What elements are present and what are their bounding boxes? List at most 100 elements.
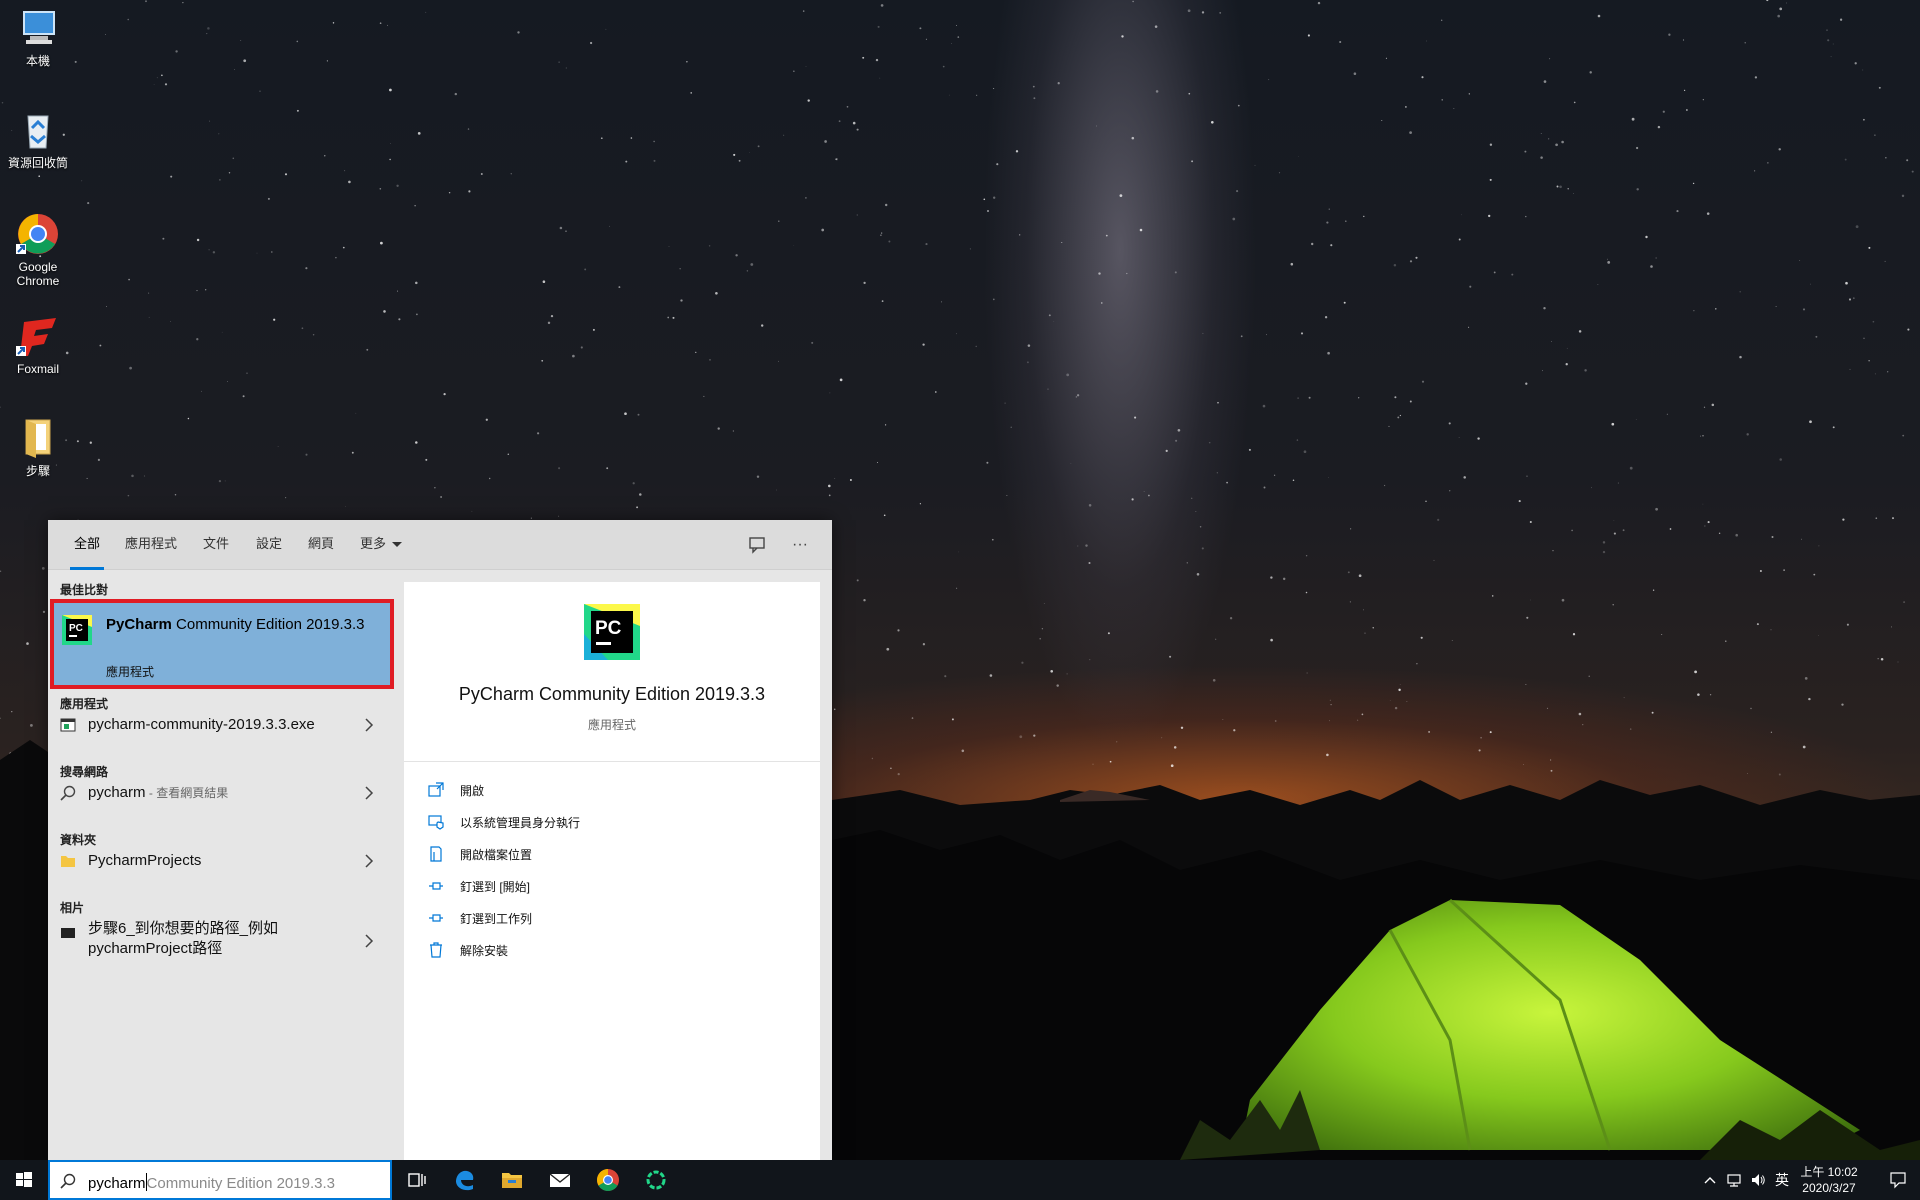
- taskbar-chrome[interactable]: [584, 1160, 632, 1200]
- tab-apps[interactable]: 應用程式: [121, 520, 181, 570]
- photo-name-line2: pycharmProject路徑: [88, 940, 223, 957]
- tab-web[interactable]: 網頁: [304, 520, 338, 570]
- network-icon: [1727, 1174, 1741, 1187]
- speaker-icon: [1752, 1174, 1765, 1186]
- action-label: 開啟檔案位置: [460, 848, 533, 862]
- desktop-icon-label: Foxmail: [16, 362, 59, 376]
- feedback-icon[interactable]: [744, 532, 770, 558]
- folder-icon: [16, 416, 60, 460]
- desktop-icon-steps-folder[interactable]: 步驟: [4, 416, 72, 478]
- notification-icon: [1890, 1172, 1906, 1189]
- input-language-indicator[interactable]: 英: [1770, 1160, 1794, 1200]
- action-pin-to-taskbar[interactable]: 釘選到工作列: [424, 906, 784, 930]
- more-options-icon[interactable]: ···: [787, 532, 813, 558]
- desktop-icon-foxmail[interactable]: Foxmail: [4, 314, 72, 376]
- taskbar-edge[interactable]: [440, 1160, 488, 1200]
- action-label: 開啟: [460, 784, 485, 798]
- file-location-icon: [430, 846, 442, 862]
- tab-settings[interactable]: 設定: [252, 520, 286, 570]
- result-label: 步驟6_到你想要的路徑_例如 pycharmProject路徑: [88, 919, 278, 959]
- result-label: pycharm-community-2019.3.3.exe: [88, 716, 315, 733]
- action-pin-to-start[interactable]: 釘選到 [開始]: [424, 874, 784, 898]
- pycharm-icon-text: PC: [595, 618, 622, 639]
- chevron-right-icon: [365, 718, 374, 732]
- taskbar: pycharmCommunity Edition 2019.3.3 英 上午 1…: [0, 1160, 1920, 1200]
- show-hidden-icons-button[interactable]: [1700, 1160, 1720, 1200]
- file-explorer-icon: [502, 1173, 522, 1188]
- action-label: 釘選到工作列: [460, 912, 533, 926]
- result-folder[interactable]: PycharmProjects: [48, 841, 391, 881]
- clock-time: 上午 10:02: [1800, 1165, 1858, 1179]
- action-open-file-location[interactable]: 開啟檔案位置: [424, 842, 784, 866]
- chevron-up-icon: [1704, 1177, 1716, 1184]
- admin-icon: [428, 815, 444, 830]
- taskbar-search-input[interactable]: pycharmCommunity Edition 2019.3.3: [48, 1160, 392, 1200]
- tab-all[interactable]: 全部: [70, 520, 105, 570]
- volume-control[interactable]: [1748, 1160, 1768, 1200]
- network-status[interactable]: [1724, 1160, 1744, 1200]
- taskbar-loading-app[interactable]: [632, 1160, 680, 1200]
- task-view-icon: [408, 1173, 426, 1187]
- recycle-bin-icon: [16, 108, 60, 152]
- desktop-icon-google-chrome[interactable]: Google Chrome: [4, 212, 72, 288]
- web-hint: - 查看網頁結果: [145, 786, 229, 800]
- search-query: pycharmCommunity Edition 2019.3.3: [88, 1173, 335, 1192]
- desktop-icon-label: 步驟: [25, 464, 50, 478]
- action-run-as-admin[interactable]: 以系統管理員身分執行: [424, 810, 784, 834]
- best-match-name-bold: PyCharm: [106, 616, 172, 633]
- chrome-icon: [597, 1169, 619, 1191]
- loading-app-icon: [646, 1170, 666, 1190]
- task-view-button[interactable]: [392, 1160, 440, 1200]
- pin-icon: [429, 882, 443, 890]
- computer-icon: [16, 6, 60, 50]
- svg-text:PC: PC: [69, 623, 83, 634]
- action-center-button[interactable]: [1876, 1160, 1920, 1200]
- web-query: pycharm: [88, 784, 146, 801]
- system-clock[interactable]: 上午 10:02 2020/3/27: [1794, 1164, 1864, 1196]
- edge-icon: [456, 1170, 474, 1191]
- pycharm-icon: PC: [584, 604, 640, 660]
- photo-name-line1: 步驟6_到你想要的路徑_例如: [88, 920, 279, 937]
- search-typed-text: pycharm: [88, 1175, 146, 1192]
- best-match-kind: 應用程式: [106, 665, 155, 679]
- desktop-icon-label: Google Chrome: [16, 260, 60, 288]
- results-list: 最佳比對 PC PyCharm Community Edition 2019.3…: [48, 571, 394, 1160]
- taskbar-file-explorer[interactable]: [488, 1160, 536, 1200]
- tab-more[interactable]: 更多: [356, 520, 406, 570]
- open-icon: [428, 782, 444, 797]
- result-web-search[interactable]: pycharm - 查看網頁結果: [48, 773, 391, 813]
- clock-date: 2020/3/27: [1802, 1181, 1856, 1195]
- action-label: 釘選到 [開始]: [460, 880, 531, 894]
- taskbar-mail[interactable]: [536, 1160, 584, 1200]
- desktop-icon-this-pc[interactable]: 本機: [4, 6, 72, 68]
- result-app-exe[interactable]: pycharm-community-2019.3.3.exe: [48, 705, 391, 745]
- desktop-icon-label: 本機: [25, 54, 50, 68]
- pin-icon: [429, 914, 443, 922]
- tab-more-label: 更多: [360, 536, 387, 551]
- foxmail-icon: [16, 314, 60, 358]
- best-match-result[interactable]: PC PyCharm Community Edition 2019.3.3 應用…: [50, 599, 394, 689]
- preview-kind: 應用程式: [587, 718, 636, 732]
- start-button[interactable]: [0, 1160, 48, 1200]
- image-icon: [60, 925, 76, 941]
- search-filter-bar: 全部 應用程式 文件 設定 網頁 更多 ···: [48, 520, 832, 570]
- action-uninstall[interactable]: 解除安裝: [424, 938, 784, 962]
- preview-header: PC PyCharm Community Edition 2019.3.3 應用…: [404, 582, 820, 762]
- tab-documents[interactable]: 文件: [199, 520, 233, 570]
- action-open[interactable]: 開啟: [424, 778, 784, 802]
- chrome-icon: [16, 212, 60, 256]
- desktop-icon-recycle-bin[interactable]: 資源回收筒: [4, 108, 72, 170]
- search-suggestion-text: Community Edition 2019.3.3: [146, 1175, 335, 1192]
- best-match-title: PyCharm Community Edition 2019.3.3: [106, 615, 376, 634]
- pycharm-icon: PC: [62, 615, 92, 645]
- action-label: 解除安裝: [460, 944, 509, 958]
- result-label: PycharmProjects: [88, 852, 202, 869]
- folder-icon: [60, 853, 76, 869]
- trash-icon: [430, 942, 442, 958]
- chevron-right-icon: [365, 786, 374, 800]
- chevron-right-icon: [365, 934, 374, 948]
- group-header-best-match: 最佳比對: [60, 583, 109, 597]
- chevron-down-icon: [392, 542, 403, 548]
- result-photo[interactable]: 步驟6_到你想要的路徑_例如 pycharmProject路徑: [48, 911, 391, 971]
- exe-icon: [60, 717, 76, 733]
